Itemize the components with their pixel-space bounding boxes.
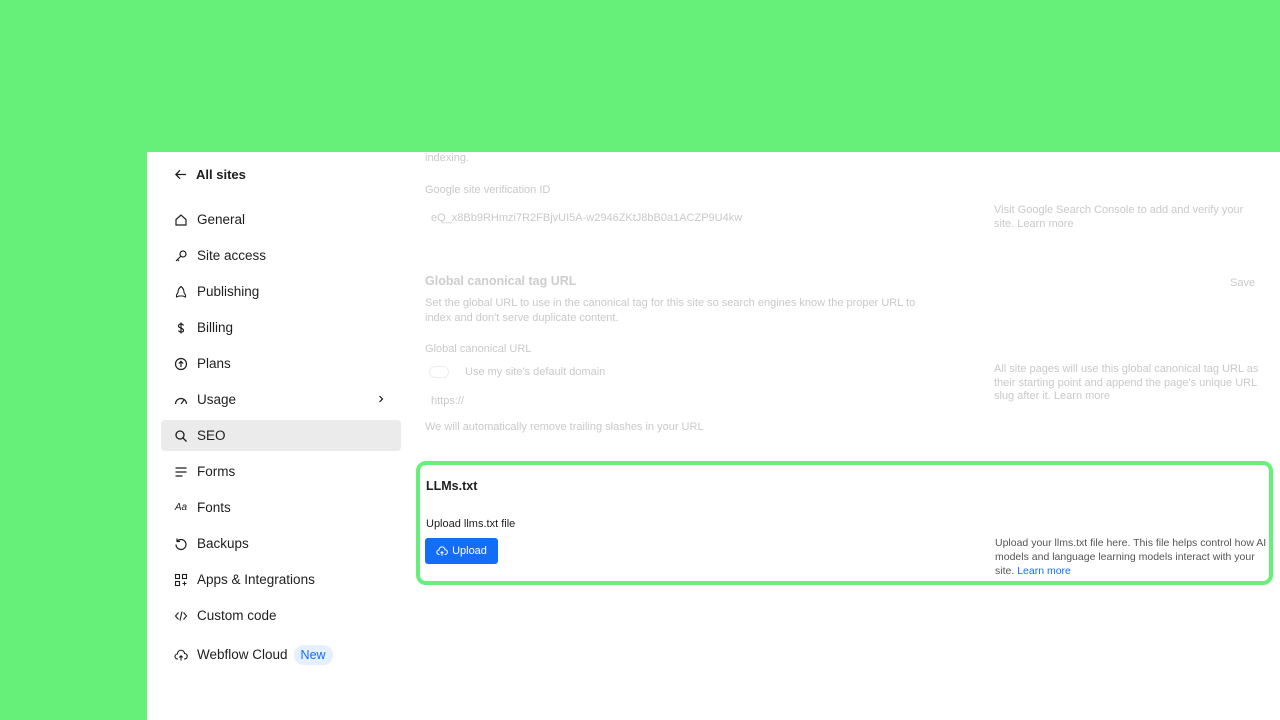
arrow-left-icon bbox=[173, 167, 187, 181]
code-icon bbox=[174, 609, 188, 623]
sidebar-item-backups[interactable]: Backups bbox=[161, 528, 401, 559]
canonical-note: We will automatically remove trailing sl… bbox=[425, 421, 704, 433]
house-icon bbox=[174, 213, 188, 227]
verification-help: Visit Google Search Console to add and v… bbox=[994, 204, 1243, 216]
restore-icon bbox=[174, 537, 188, 551]
canonical-title: Global canonical tag URL bbox=[425, 274, 577, 288]
sidebar-item-webflow-cloud[interactable]: Webflow Cloud New bbox=[161, 639, 401, 670]
llms-txt-section: LLMs.txt Upload llms.txt file Upload Upl… bbox=[416, 461, 1273, 585]
sidebar-item-plans[interactable]: Plans bbox=[161, 348, 401, 379]
upload-button-label: Upload bbox=[452, 545, 487, 557]
rocket-icon bbox=[174, 285, 188, 299]
sidebar-item-label: Usage bbox=[197, 392, 237, 407]
canonical-help-3: slug after it. Learn more bbox=[994, 390, 1110, 402]
cloud-upload-icon bbox=[436, 545, 448, 557]
sidebar-item-label: Custom code bbox=[197, 608, 277, 623]
verification-help-text: Visit bbox=[994, 204, 1015, 216]
sidebar-item-billing[interactable]: Billing bbox=[161, 312, 401, 343]
sidebar-item-label: SEO bbox=[197, 428, 226, 443]
canonical-learn-more-link[interactable]: Learn more bbox=[1054, 390, 1110, 402]
canonical-description: Set the global URL to use in the canonic… bbox=[425, 297, 916, 309]
verification-label: Google site verification ID bbox=[425, 184, 551, 196]
canonical-description-2: index and don't serve duplicate content. bbox=[425, 312, 619, 324]
back-to-all-sites[interactable]: All sites bbox=[173, 166, 246, 182]
sidebar-item-label: Fonts bbox=[197, 500, 231, 515]
key-icon bbox=[174, 249, 188, 263]
settings-window: All sites General Site access Publishing… bbox=[147, 152, 1280, 720]
verification-input[interactable]: eQ_x8Bb9RHmzi7R2FBjvUI5A-w2946ZKtJ8bB0a1… bbox=[431, 212, 742, 224]
search-console-link[interactable]: Google Search Console bbox=[1018, 204, 1135, 216]
sidebar-item-publishing[interactable]: Publishing bbox=[161, 276, 401, 307]
sidebar-item-general[interactable]: General bbox=[161, 204, 401, 235]
llms-title: LLMs.txt bbox=[426, 479, 478, 493]
sidebar-item-label: Publishing bbox=[197, 284, 260, 299]
canonical-help-1: All site pages will use this global cano… bbox=[994, 363, 1259, 375]
new-badge: New bbox=[293, 644, 333, 665]
dollar-icon bbox=[174, 321, 188, 335]
sidebar: All sites General Site access Publishing… bbox=[147, 152, 415, 720]
lines-icon bbox=[174, 465, 188, 479]
canonical-url-input[interactable]: https:// bbox=[431, 395, 464, 407]
sidebar-item-seo[interactable]: SEO bbox=[161, 420, 401, 451]
cloud-icon bbox=[174, 648, 188, 662]
upload-button[interactable]: Upload bbox=[425, 538, 498, 564]
sidebar-item-label: Site access bbox=[197, 248, 267, 263]
gauge-icon bbox=[174, 393, 188, 407]
sidebar-item-label: General bbox=[197, 212, 246, 227]
sidebar-item-fonts[interactable]: Aa Fonts bbox=[161, 492, 401, 523]
canonical-help-2: their starting point and append the page… bbox=[994, 377, 1258, 389]
llms-learn-more-link[interactable]: Learn more bbox=[1017, 565, 1071, 577]
sidebar-item-label: Billing bbox=[197, 320, 234, 335]
canonical-toggle-label: Use my site's default domain bbox=[465, 366, 606, 378]
sidebar-item-site-access[interactable]: Site access bbox=[161, 240, 401, 271]
sidebar-item-label: Apps & Integrations bbox=[197, 572, 315, 587]
sidebar-item-apps-integrations[interactable]: Apps & Integrations bbox=[161, 564, 401, 595]
verification-help-text: site. bbox=[994, 218, 1015, 230]
canonical-help-text: slug after it. bbox=[994, 390, 1051, 402]
search-icon bbox=[174, 429, 188, 443]
arrow-circle-icon bbox=[174, 357, 188, 371]
sidebar-item-label: Forms bbox=[197, 464, 236, 479]
canonical-label: Global canonical URL bbox=[425, 343, 532, 355]
sidebar-item-usage[interactable]: Usage bbox=[161, 384, 401, 415]
upload-label: Upload llms.txt file bbox=[426, 518, 516, 530]
sidebar-item-label: Backups bbox=[197, 536, 249, 551]
sidebar-item-label: Plans bbox=[197, 356, 231, 371]
verification-help-text: to add and verify your bbox=[1137, 204, 1244, 216]
sidebar-item-label: Webflow Cloud bbox=[197, 647, 288, 662]
back-label: All sites bbox=[196, 166, 246, 182]
verification-learn-more-link[interactable]: Learn more bbox=[1017, 218, 1073, 230]
apps-icon bbox=[174, 573, 188, 587]
llms-help: Upload your llms.txt file here. This fil… bbox=[995, 536, 1270, 578]
canonical-toggle[interactable] bbox=[429, 366, 449, 378]
seo-settings-content: indexing. Google site verification ID eQ… bbox=[425, 152, 1280, 720]
canonical-save-button[interactable]: Save bbox=[1230, 277, 1255, 289]
chevron-right-icon bbox=[375, 393, 387, 405]
settings-nav: General Site access Publishing Billing P… bbox=[161, 204, 401, 675]
sidebar-item-custom-code[interactable]: Custom code bbox=[161, 600, 401, 631]
font-icon: Aa bbox=[174, 502, 188, 513]
verification-help-line-2: site. Learn more bbox=[994, 218, 1074, 230]
sidebar-item-forms[interactable]: Forms bbox=[161, 456, 401, 487]
indexing-text: indexing. bbox=[425, 152, 470, 164]
